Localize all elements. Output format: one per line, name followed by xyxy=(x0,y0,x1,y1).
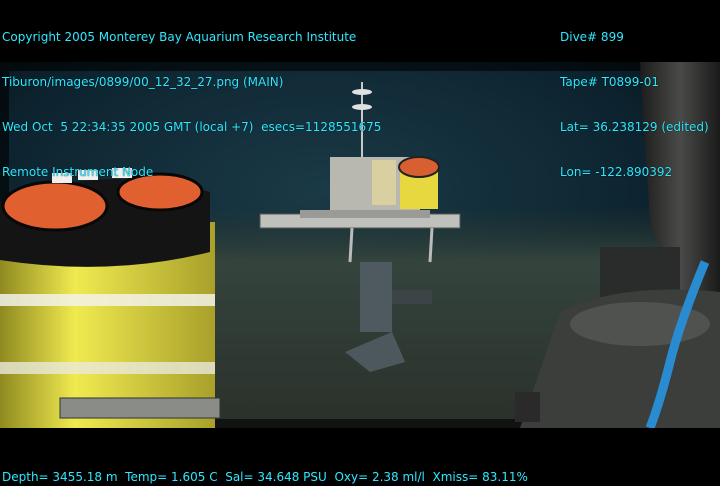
latitude: Lat= 36.238129 (edited) xyxy=(560,120,709,134)
overlay-top-left: Copyright 2005 Monterey Bay Aquarium Res… xyxy=(2,0,381,195)
timestamp-line: Wed Oct 5 22:34:35 2005 GMT (local +7) e… xyxy=(2,120,382,134)
copyright-line: Copyright 2005 Monterey Bay Aquarium Res… xyxy=(2,30,357,44)
dive-number: Dive# 899 xyxy=(560,30,624,44)
sensor-readout: Depth= 3455.18 m Temp= 1.605 C Sal= 34.6… xyxy=(2,470,528,484)
overlay-top-right: Dive# 899 Tape# T0899-01 Lat= 36.238129 … xyxy=(560,0,709,195)
tape-number: Tape# T0899-01 xyxy=(560,75,660,89)
subject-line: Remote Instrument Node xyxy=(2,165,154,179)
longitude: Lon= -122.890392 xyxy=(560,165,673,179)
image-path-line: Tiburon/images/0899/00_12_32_27.png (MAI… xyxy=(2,75,284,89)
yellow-float-housing xyxy=(0,168,221,428)
